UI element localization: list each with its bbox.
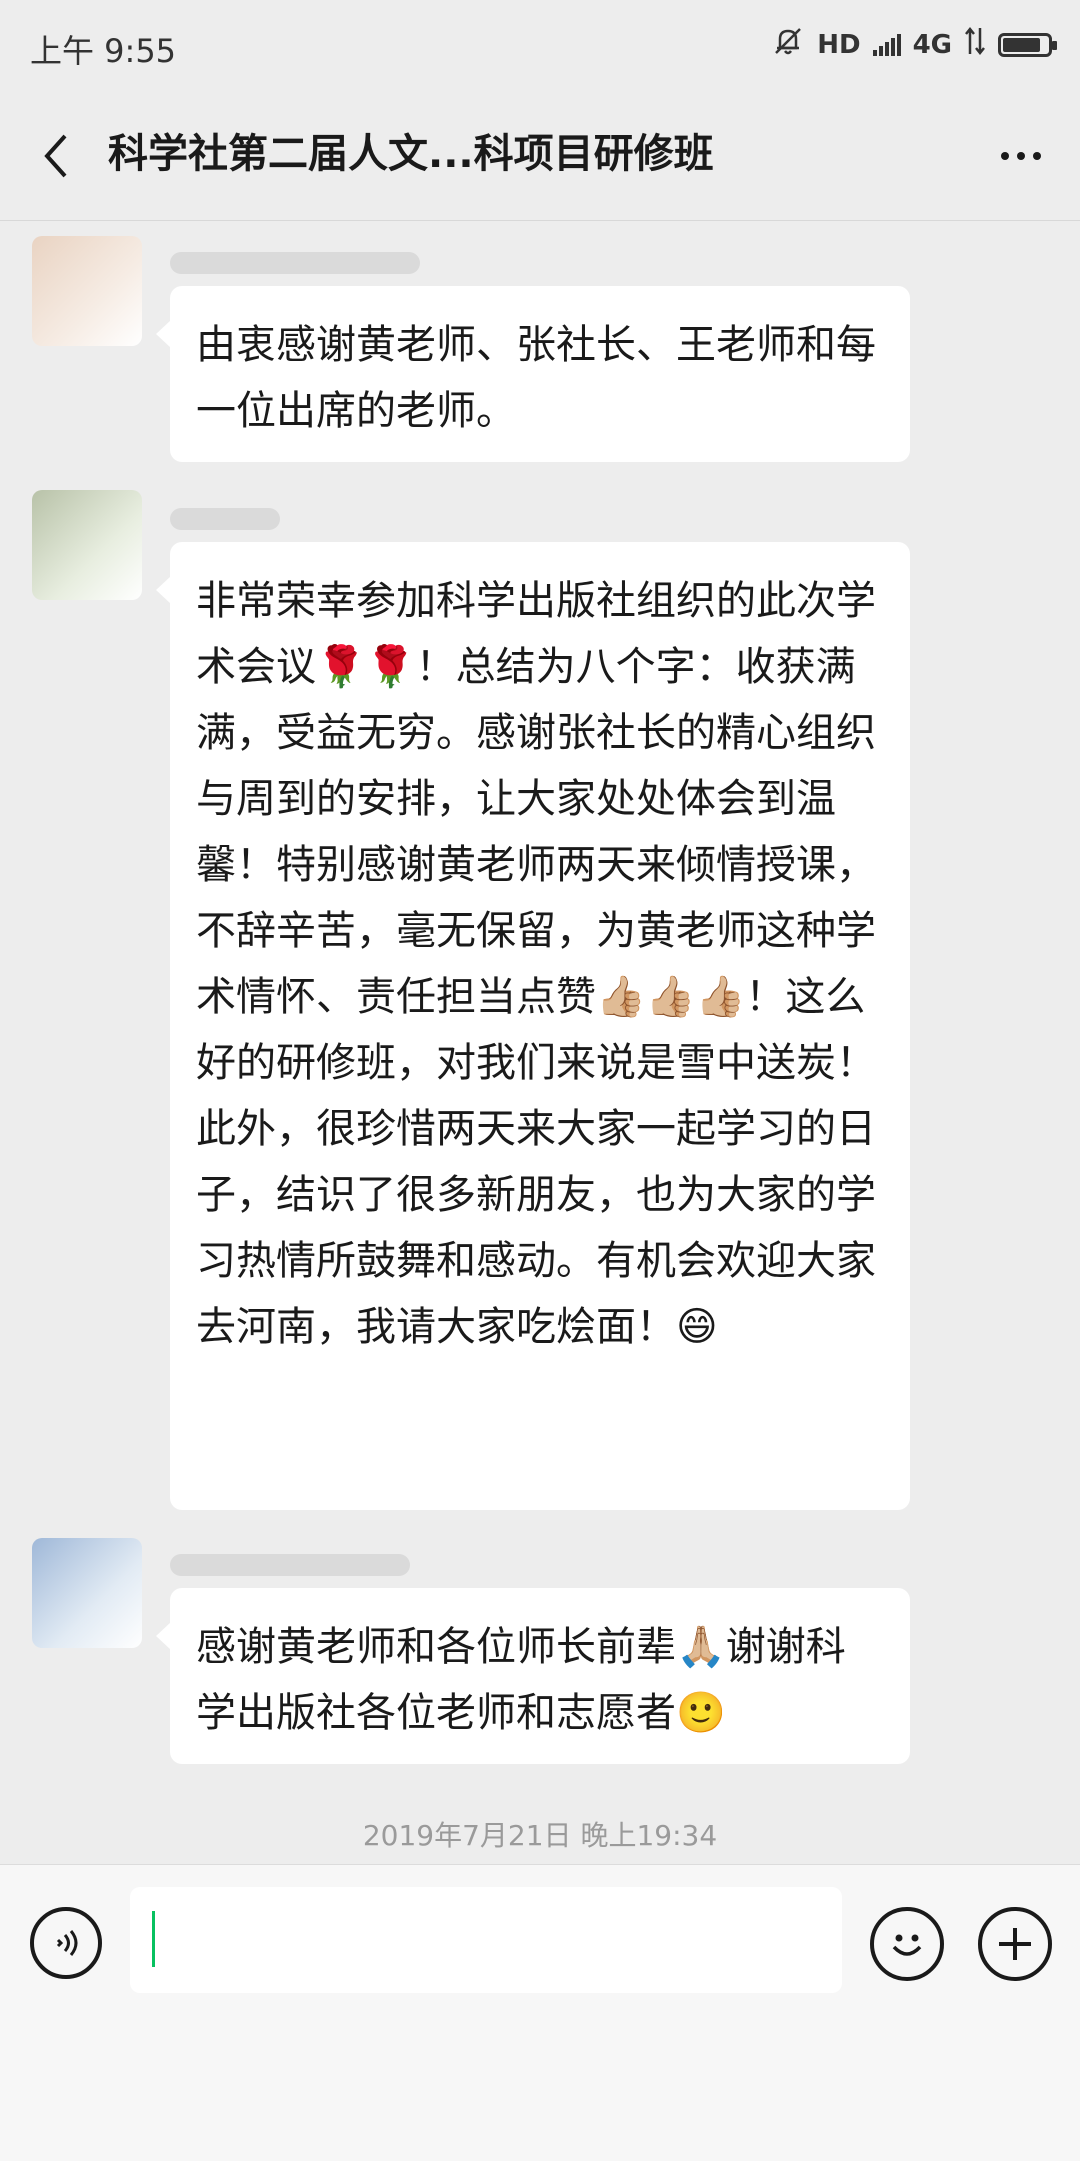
status-time: 上午 9:55 [30, 32, 177, 70]
redacted-name [170, 252, 420, 274]
chevron-left-icon [44, 134, 67, 178]
more-button[interactable] [986, 134, 1056, 178]
emoji-icon [892, 1934, 922, 1956]
avatar[interactable] [32, 490, 142, 600]
plus-button[interactable] [978, 1907, 1052, 1981]
network-label: 4G [912, 29, 952, 60]
redacted-name [170, 1554, 410, 1576]
text-caret [152, 1911, 155, 1967]
redacted-name [170, 508, 280, 530]
ellipsis-icon [1001, 152, 1009, 160]
voice-icon [56, 1930, 78, 1956]
sender-name [170, 248, 420, 284]
status-bar: 上午 9:55 HD 4G [0, 0, 1080, 92]
message-bubble[interactable]: 感谢黄老师和各位师长前辈🙏🏼谢谢科学出版社各位老师和志愿者🙂 [156, 1588, 910, 1764]
mute-bell-icon [771, 24, 805, 65]
chat-title: 科学社第二届人文...科项目研修班 [108, 131, 714, 177]
battery-level [1003, 37, 1040, 52]
chat-header: 科学社第二届人文...科项目研修班 [0, 92, 1080, 221]
sender-name [170, 504, 280, 540]
chat-timestamp: 2019年7月21日 晚上19:34 [362, 1819, 718, 1852]
message-bubble[interactable]: 非常荣幸参加科学出版社组织的此次学术会议🌹🌹！总结为八个字：收获满满，受益无穷。… [156, 542, 910, 1510]
input-bar [0, 1864, 1080, 2161]
status-icons: HD 4G [771, 24, 1057, 65]
sender-name [170, 1550, 410, 1586]
message-input[interactable] [130, 1887, 842, 1993]
avatar[interactable] [32, 1538, 142, 1648]
voice-button[interactable] [30, 1907, 102, 1979]
back-button[interactable] [28, 128, 84, 184]
signal-icon [872, 33, 901, 56]
emoji-button[interactable] [870, 1907, 944, 1981]
message-bubble[interactable]: 由衷感谢黄老师、张社长、王老师和每一位出席的老师。 [156, 286, 910, 462]
plus-icon [999, 1928, 1031, 1960]
hd-label: HD [817, 29, 861, 60]
data-arrows-icon [964, 26, 986, 63]
battery-icon [998, 32, 1057, 57]
avatar[interactable] [32, 236, 142, 346]
